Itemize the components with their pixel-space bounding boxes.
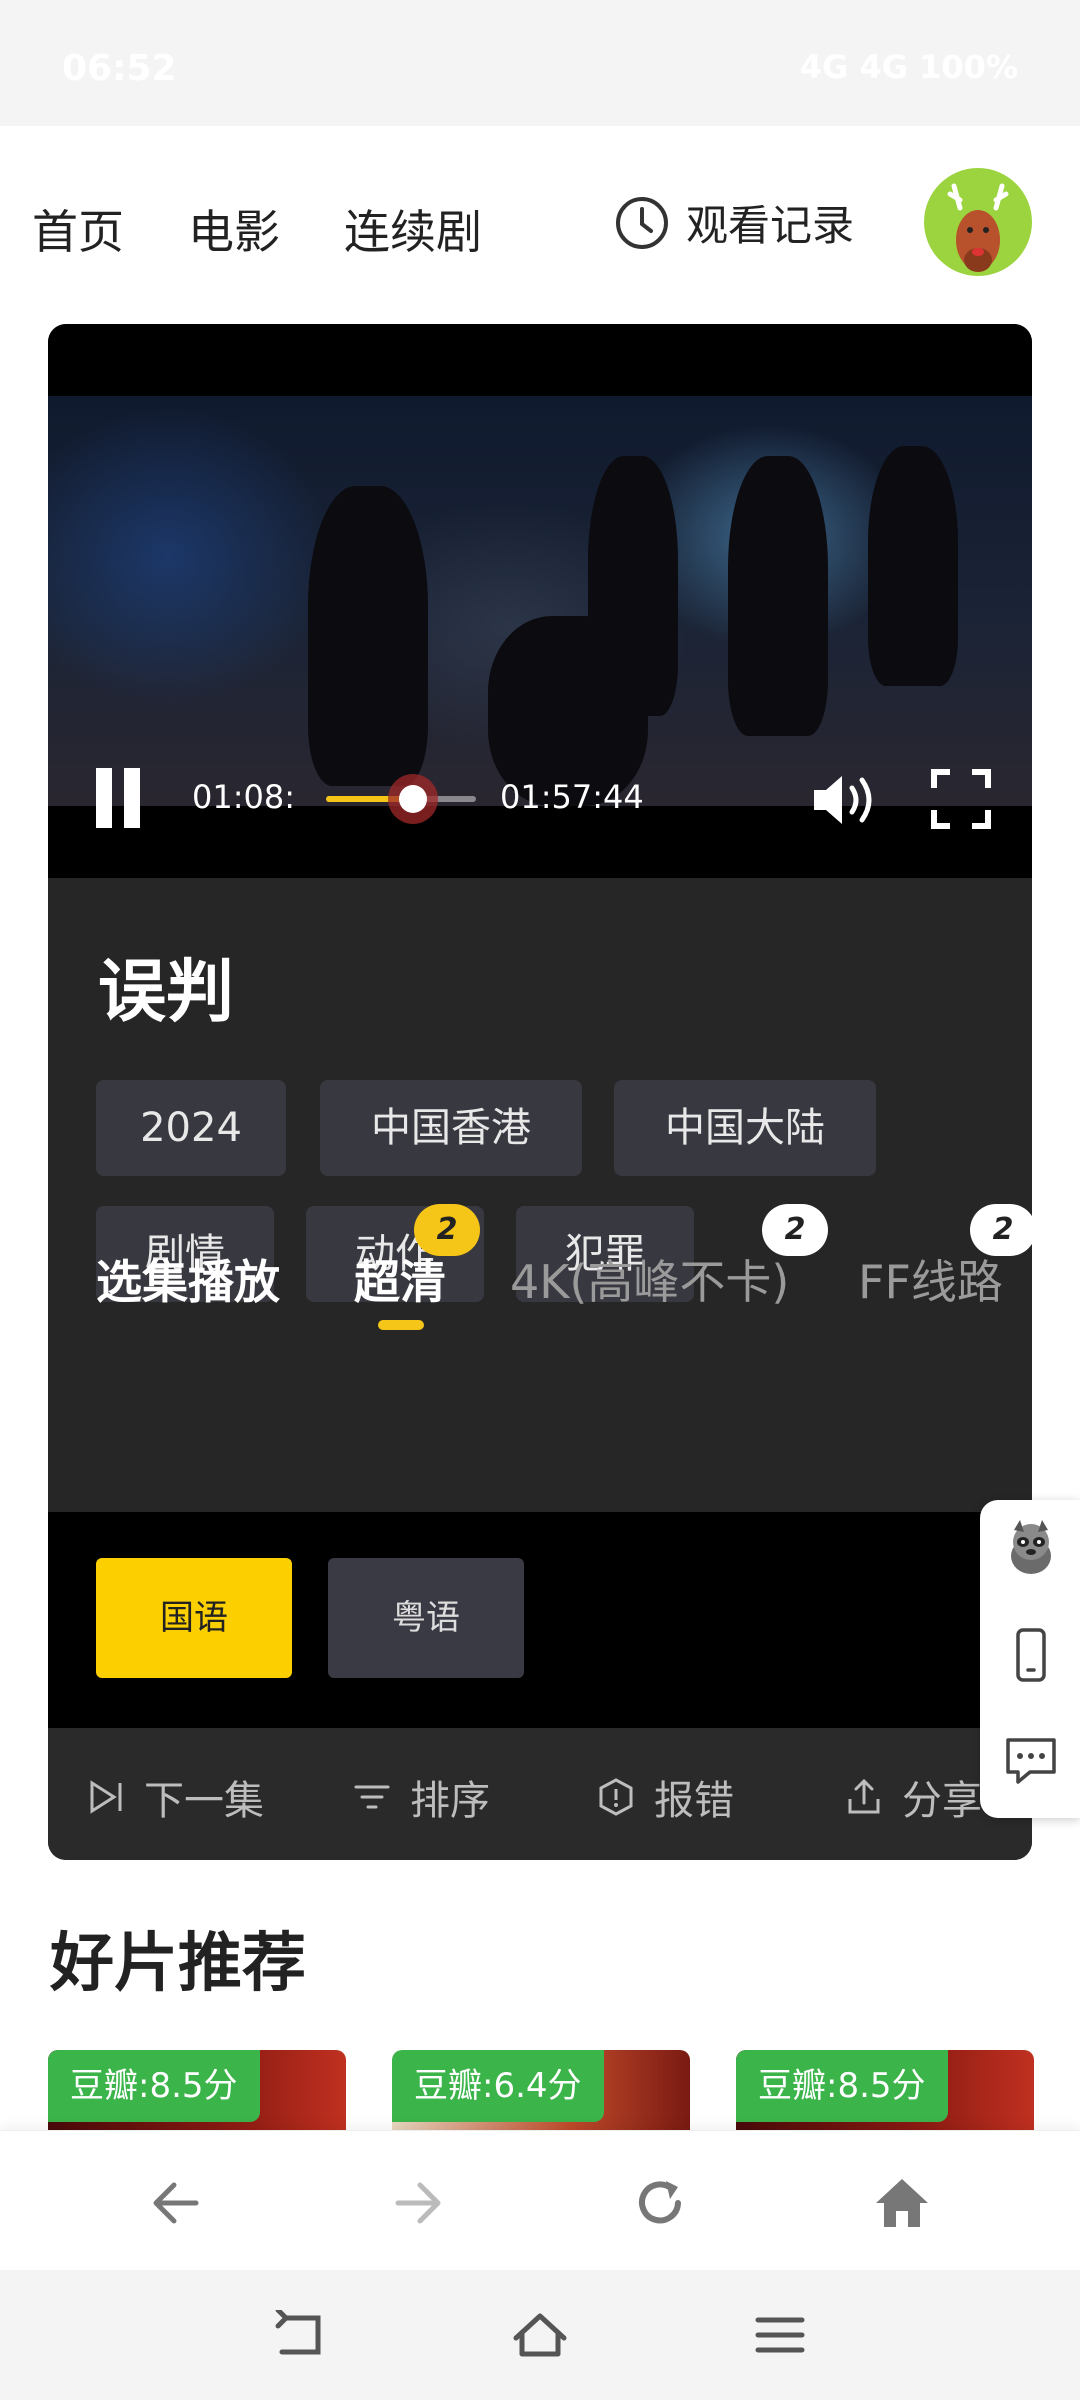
top-nav: 首页 电影 连续剧 观看记录 [0, 126, 1080, 316]
back-arrow-icon[interactable] [146, 2173, 206, 2233]
watch-history-button[interactable]: 观看记录 [614, 192, 854, 253]
recommendation-card[interactable]: 豆瓣:6.4分 [392, 2050, 690, 2130]
recommendation-card[interactable]: 豆瓣:8.5分 [736, 2050, 1034, 2130]
browser-toolbar [0, 2130, 1080, 2270]
mascot-icon[interactable] [1000, 1516, 1062, 1578]
next-episode-icon [90, 1780, 122, 1814]
fullscreen-icon[interactable] [930, 768, 992, 830]
next-episode-label: 下一集 [144, 1778, 264, 1824]
report-error-icon [599, 1778, 633, 1816]
report-error-label: 报错 [654, 1778, 734, 1824]
video-frame [48, 396, 1032, 806]
progress-slider[interactable] [326, 774, 476, 824]
chat-icon[interactable] [1000, 1730, 1062, 1792]
back-icon[interactable] [272, 2310, 328, 2360]
deer-avatar-icon [947, 183, 1009, 272]
language-mandarin[interactable]: 国语 [96, 1558, 292, 1678]
forward-arrow-icon[interactable] [388, 2173, 448, 2233]
progress-thumb[interactable] [388, 774, 438, 824]
tab-source-ff[interactable]: FF线路 [858, 1246, 1003, 1312]
source-4k-badge: 2 [762, 1204, 828, 1256]
episode-select-label: 选集播放 [96, 1255, 280, 1309]
movie-title: 误判 [98, 953, 235, 1032]
rating-badge: 豆瓣:8.5分 [48, 2050, 260, 2122]
share-button[interactable]: 分享 [844, 1768, 982, 1826]
volume-icon[interactable] [810, 768, 878, 832]
menu-icon[interactable] [752, 2310, 808, 2360]
report-error-button[interactable]: 报错 [596, 1768, 734, 1826]
reload-icon[interactable] [630, 2173, 690, 2233]
share-icon [848, 1778, 880, 1814]
watch-history-label: 观看记录 [686, 201, 855, 250]
tab-source-4k[interactable]: 4K(高峰不卡) [510, 1246, 789, 1312]
action-bar: 下一集 排序 报错 分享 [48, 1728, 1032, 1860]
language-selector: 国语 粤语 [48, 1512, 1032, 1728]
home-outline-icon[interactable] [512, 2310, 568, 2360]
nav-movies[interactable]: 电影 [188, 196, 280, 262]
status-icons: 4G 4G 100% [799, 48, 1018, 86]
pause-button[interactable] [92, 768, 148, 828]
rating-badge: 豆瓣:8.5分 [736, 2050, 948, 2122]
recommendations-title: 好片推荐 [50, 1927, 306, 2001]
side-toolbar [980, 1500, 1080, 1818]
duration: 01:57:44 [500, 778, 644, 816]
nav-home[interactable]: 首页 [32, 196, 124, 262]
current-time: 01:08: [192, 778, 295, 816]
sort-label: 排序 [410, 1778, 490, 1824]
phone-icon[interactable] [1000, 1624, 1062, 1686]
avatar[interactable] [924, 168, 1032, 276]
sort-icon [354, 1785, 390, 1809]
tag-year[interactable]: 2024 [96, 1080, 286, 1176]
home-icon[interactable] [872, 2173, 932, 2233]
tag-region-hk[interactable]: 中国香港 [320, 1080, 582, 1176]
language-cantonese[interactable]: 粤语 [328, 1558, 524, 1678]
tag-region-mainland[interactable]: 中国大陆 [614, 1080, 876, 1176]
source-hd-badge: 2 [414, 1204, 480, 1256]
video-player[interactable]: 01:08: 01:57:44 [48, 324, 1032, 878]
sort-button[interactable]: 排序 [352, 1768, 490, 1826]
active-tab-underline [378, 1320, 424, 1330]
next-episode-button[interactable]: 下一集 [86, 1768, 264, 1826]
rating-badge: 豆瓣:6.4分 [392, 2050, 604, 2122]
recommendation-card[interactable]: 豆瓣:8.5分 [48, 2050, 346, 2130]
share-label: 分享 [902, 1778, 982, 1824]
tab-source-hd[interactable]: 超清 [354, 1246, 446, 1312]
clock-icon [616, 196, 668, 249]
status-time: 06:52 [62, 48, 177, 89]
system-navigation-bar [0, 2270, 1080, 2400]
source-tabs: 选集播放 超清 2 4K(高峰不卡) 2 FF线路 2 [48, 1196, 1032, 1336]
source-ff-badge: 2 [970, 1204, 1032, 1256]
player-card: 01:08: 01:57:44 误判 2024 中国香港 中国大陆 剧情 动作 … [48, 324, 1032, 1860]
player-controls: 01:08: 01:57:44 [48, 754, 1032, 854]
status-bar: 06:52 4G 4G 100% [0, 0, 1080, 126]
nav-series[interactable]: 连续剧 [344, 196, 482, 262]
